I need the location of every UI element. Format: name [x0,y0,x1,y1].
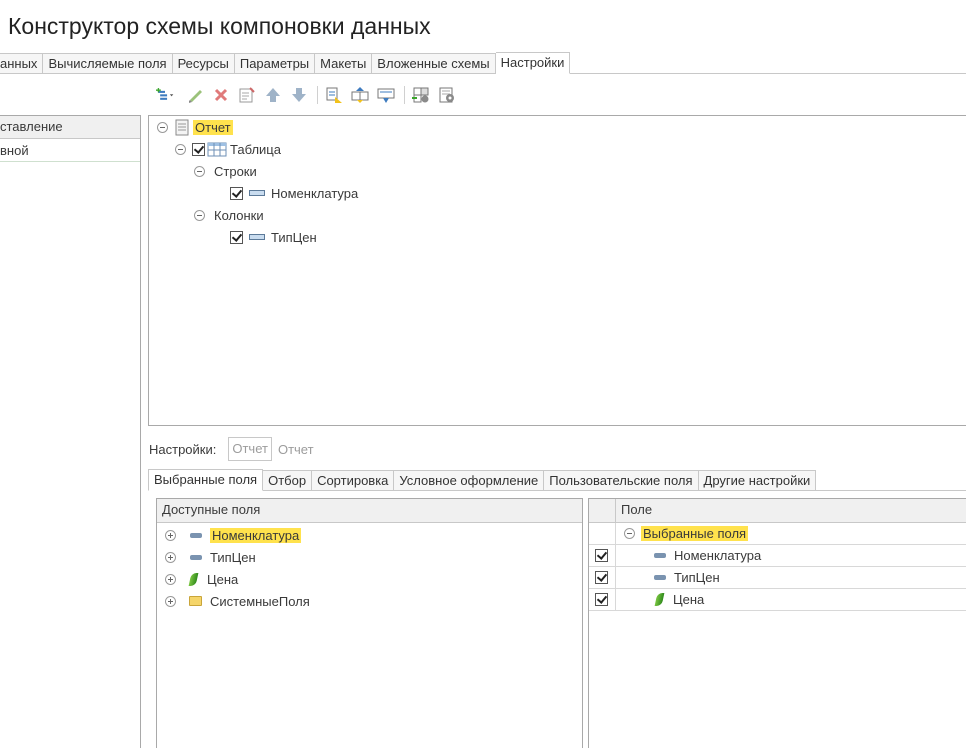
move-down-icon[interactable] [288,84,310,106]
settings-1-icon[interactable] [410,84,432,106]
available-field-row[interactable]: Номенклатура [165,524,302,546]
variant-row[interactable]: вной [0,139,140,162]
tree-node-table[interactable]: Таблица [175,139,281,159]
field-label: Цена [673,592,705,607]
field-column-header[interactable]: Поле [616,499,652,522]
field-label: ТипЦен [674,570,720,585]
settings-2-icon[interactable] [436,84,458,106]
tab-templates[interactable]: Макеты [315,53,373,74]
tree-node-label: Колонки [214,207,264,223]
settings-variants-panel: ставление вной [0,115,141,748]
expand-icon[interactable] [165,595,176,607]
field-label: Номенклатура [674,548,762,563]
tree-node-nomenclature[interactable]: Номенклатура [230,183,358,203]
tab-user-fields[interactable]: Пользовательские поля [544,470,699,491]
tree-node-columns[interactable]: Колонки [194,205,264,225]
tab-selected-fields[interactable]: Выбранные поля [148,469,264,491]
field-icon [190,554,202,560]
selected-fields-panel: Поле Выбранные поля Номенклатура ТипЦен … [588,498,966,748]
settings-tabs: Выбранные поля Отбор Сортировка Условное… [148,469,966,491]
settings-label: Настройки: [149,441,217,457]
resource-icon [654,593,665,606]
tab-other-settings[interactable]: Другие настройки [698,470,817,491]
group-label: Выбранные поля [641,526,749,541]
expand-icon[interactable] [165,573,176,585]
window-title: Конструктор схемы компоновки данных [8,13,431,39]
field-label: ТипЦен [210,549,256,565]
field-label: Номенклатура [210,527,302,543]
folder-icon [189,596,202,606]
variants-column-header[interactable]: ставление [0,115,140,139]
field-icon [190,532,202,538]
tree-node-price-type[interactable]: ТипЦен [230,227,317,247]
table-checkbox[interactable] [192,142,205,156]
tab-nested-schemas[interactable]: Вложенные схемы [372,53,496,74]
resource-icon [188,572,199,586]
tree-node-label: Таблица [230,141,281,157]
settings-current-value: Отчет [277,441,314,457]
field-label: Цена [207,571,239,587]
expand-icon[interactable] [165,529,176,541]
tab-conditional-appearance[interactable]: Условное оформление [394,470,545,491]
grouping-field-icon [249,234,265,240]
settings-report-button[interactable]: Отчет [228,437,272,461]
tree-node-report[interactable]: Отчет [157,117,233,137]
tree-node-label: Строки [214,163,257,179]
group-3-icon[interactable] [375,84,397,106]
field-label: СистемныеПоля [210,593,310,609]
delete-icon[interactable] [210,84,232,106]
selected-field-row[interactable]: Цена [589,588,966,611]
available-fields-header[interactable]: Доступные поля [157,499,582,523]
group-2-icon[interactable] [349,84,371,106]
nomenclature-checkbox[interactable] [230,186,243,200]
grouping-field-icon [249,190,265,196]
field-icon [654,553,666,558]
collapse-icon[interactable] [157,121,168,133]
tab-sort[interactable]: Сортировка [312,470,395,491]
selected-group-row[interactable]: Выбранные поля [589,522,966,545]
table-icon [207,142,227,157]
tab-parameters[interactable]: Параметры [234,53,316,74]
tab-data-sets[interactable]: анных [0,53,44,74]
group-1-icon[interactable] [323,84,345,106]
use-column-header[interactable] [589,499,616,522]
available-fields-panel: Доступные поля Номенклатура ТипЦен Цена … [156,498,583,748]
use-checkbox[interactable] [594,593,608,606]
add-element-icon[interactable] [150,84,180,106]
use-checkbox[interactable] [594,549,608,562]
tree-node-label: Номенклатура [271,185,359,201]
available-field-row[interactable]: СистемныеПоля [165,590,310,612]
tab-settings[interactable]: Настройки [495,52,571,74]
price-type-checkbox[interactable] [230,230,243,244]
available-field-row[interactable]: ТипЦен [165,546,256,568]
field-icon [654,575,666,580]
tab-calculated-fields[interactable]: Вычисляемые поля [43,53,173,74]
available-field-row[interactable]: Цена [165,568,238,590]
structure-toolbar [150,84,462,106]
tree-node-label: ТипЦен [271,229,317,245]
selected-field-row[interactable]: Номенклатура [589,544,966,567]
edit-icon[interactable] [184,84,206,106]
collapse-icon[interactable] [624,528,635,539]
expand-icon[interactable] [165,551,176,563]
selected-field-row[interactable]: ТипЦен [589,566,966,589]
tree-node-label: Отчет [193,119,233,135]
collapse-icon[interactable] [175,143,186,155]
report-icon [175,119,189,135]
properties-icon[interactable] [236,84,258,106]
tree-node-rows[interactable]: Строки [194,161,257,181]
report-structure-tree: Отчет Таблица Строки Номенклатура Колонк… [148,115,966,426]
settings-selector: Настройки: Отчет Отчет [149,437,314,461]
move-up-icon[interactable] [262,84,284,106]
use-checkbox[interactable] [594,571,608,584]
tab-resources[interactable]: Ресурсы [172,53,235,74]
tab-filter[interactable]: Отбор [263,470,313,491]
collapse-icon[interactable] [194,165,205,177]
collapse-icon[interactable] [194,209,205,221]
selected-fields-header: Поле [589,499,966,523]
top-tabs: анных Вычисляемые поля Ресурсы Параметры… [0,52,966,74]
